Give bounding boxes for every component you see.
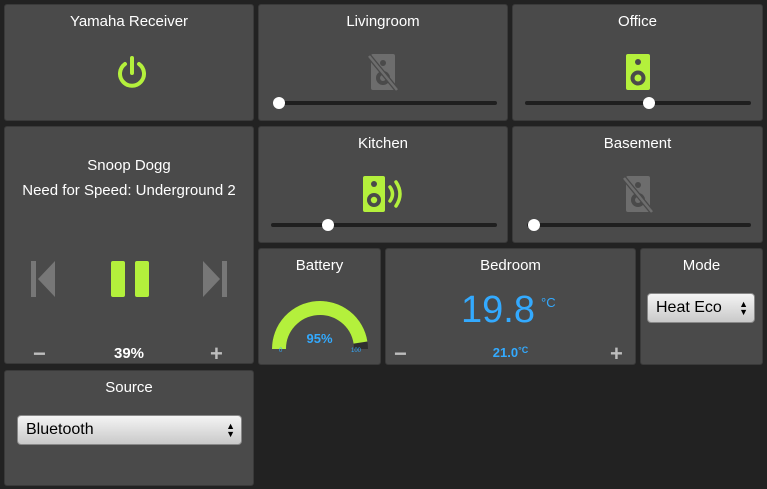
mode-selected-value: Heat Eco <box>656 299 722 316</box>
setpoint-unit: °C <box>518 345 529 355</box>
volume-up-button[interactable]: + <box>210 343 223 365</box>
office-title: Office <box>618 13 657 30</box>
battery-tile: Battery 95% 0 100 <box>258 248 381 365</box>
battery-value: 95% <box>306 331 333 346</box>
source-selected-value: Bluetooth <box>26 421 94 438</box>
previous-track-icon[interactable] <box>29 259 57 299</box>
kitchen-title: Kitchen <box>357 135 409 152</box>
speaker-muted-icon[interactable] <box>622 173 654 215</box>
basement-title: Basement <box>603 135 672 152</box>
setpoint: 21.0°C <box>386 345 635 360</box>
speaker-muted-icon[interactable] <box>367 51 399 93</box>
battery-gauge <box>271 287 369 357</box>
source-tile: Source Bluetooth ▲ ▼ <box>4 370 254 486</box>
select-arrows-icon: ▲ ▼ <box>739 299 748 317</box>
current-temperature: 19.8 <box>461 289 535 331</box>
mode-select[interactable]: Heat Eco ▲ ▼ <box>647 293 755 323</box>
player-tile: Snoop Dogg Need for Speed: Underground 2… <box>4 126 254 365</box>
battery-title: Battery <box>295 257 344 274</box>
select-arrows-icon: ▲ ▼ <box>226 421 235 439</box>
setpoint-up-button[interactable]: + <box>610 343 623 365</box>
kitchen-tile: Kitchen <box>258 126 508 243</box>
artist-label: Snoop Dogg <box>87 157 171 174</box>
kitchen-volume-slider[interactable] <box>271 219 497 231</box>
album-label: Need for Speed: Underground 2 <box>22 182 236 199</box>
next-track-icon[interactable] <box>201 259 229 299</box>
livingroom-volume-thumb[interactable] <box>273 97 286 109</box>
yamaha-receiver-title: Yamaha Receiver <box>69 13 189 30</box>
setpoint-value: 21.0 <box>492 345 519 360</box>
basement-volume-slider[interactable] <box>527 219 751 231</box>
basement-volume-thumb[interactable] <box>527 219 540 231</box>
temperature-unit: °C <box>541 295 556 310</box>
speaker-icon[interactable] <box>622 51 654 93</box>
source-select[interactable]: Bluetooth ▲ ▼ <box>17 415 242 445</box>
bedroom-tile: Bedroom 19.8 °C − 21.0°C + <box>385 248 636 365</box>
source-title: Source <box>105 379 153 396</box>
yamaha-receiver-tile: Yamaha Receiver <box>4 4 254 121</box>
livingroom-volume-slider[interactable] <box>273 97 497 109</box>
office-tile: Office <box>512 4 763 121</box>
office-volume-thumb[interactable] <box>643 97 656 109</box>
livingroom-title: Livingroom <box>346 13 420 30</box>
pause-icon[interactable] <box>109 259 151 299</box>
mode-tile: Mode Heat Eco ▲ ▼ <box>640 248 763 365</box>
power-icon[interactable] <box>115 55 149 91</box>
bedroom-title: Bedroom <box>480 257 541 274</box>
battery-min-label: 0 <box>279 348 283 354</box>
office-volume-slider[interactable] <box>525 97 751 109</box>
basement-tile: Basement <box>512 126 763 243</box>
speaker-playing-icon[interactable] <box>361 173 409 215</box>
mode-title: Mode <box>682 257 721 274</box>
battery-max-label: 100 <box>351 348 362 354</box>
livingroom-tile: Livingroom <box>258 4 508 121</box>
kitchen-volume-thumb[interactable] <box>321 219 334 231</box>
